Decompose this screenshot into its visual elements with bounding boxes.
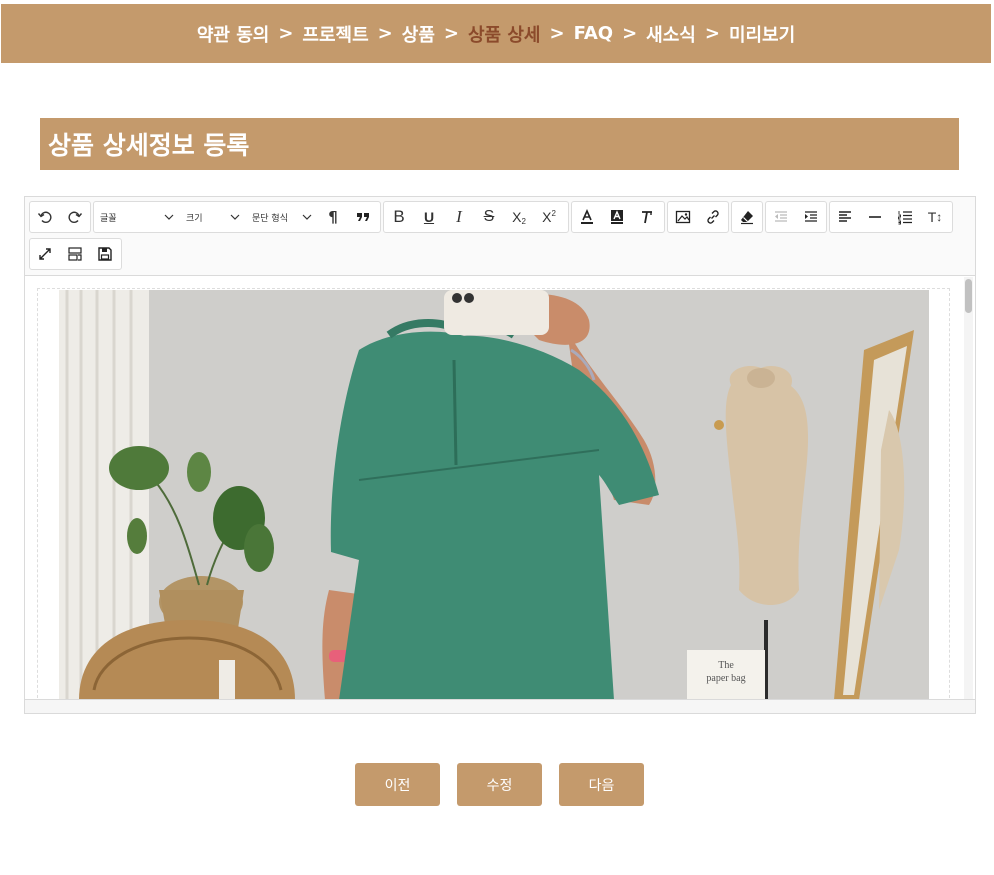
next-button[interactable]: 다음: [559, 763, 644, 806]
redo-icon[interactable]: [60, 202, 90, 232]
indent-icon[interactable]: [796, 202, 826, 232]
step-terms: 약관 동의: [196, 24, 270, 46]
step-project: 프로젝트: [302, 24, 369, 46]
text-style-group: B U I S X2 X2: [383, 201, 569, 233]
font-select[interactable]: 글꼴: [94, 202, 180, 232]
editor-scrollbar[interactable]: [964, 277, 973, 700]
format-select[interactable]: 문단 형식: [246, 202, 318, 232]
format-group: 글꼴 크기 문단 형식 ¶: [93, 201, 381, 233]
step-separator: >: [622, 23, 638, 44]
blockquote-icon[interactable]: [348, 202, 378, 232]
chevron-down-icon: [302, 214, 312, 220]
scrollbar-thumb[interactable]: [965, 279, 972, 313]
editor-toolbar: 글꼴 크기 문단 형식 ¶ B U I S X2 X2 T ↕: [25, 197, 975, 276]
step-preview: 미리보기: [728, 24, 796, 46]
editor-content-area[interactable]: The paper bag: [25, 276, 975, 700]
superscript-icon[interactable]: X2: [534, 202, 564, 232]
edit-button[interactable]: 수정: [457, 763, 542, 806]
italic-icon[interactable]: I: [444, 202, 474, 232]
step-separator: >: [377, 23, 393, 44]
media-group: [667, 201, 729, 233]
line-height-icon[interactable]: T ↕: [920, 202, 950, 232]
editor-resize-bar[interactable]: [25, 699, 975, 713]
step-news: 새소식: [646, 24, 696, 46]
align-icon[interactable]: [830, 202, 860, 232]
subscript-icon[interactable]: X2: [504, 202, 534, 232]
show-blocks-icon[interactable]: [60, 239, 90, 269]
fullscreen-icon[interactable]: [30, 239, 60, 269]
format-select-label: 문단 형식: [252, 213, 288, 224]
strikethrough-icon[interactable]: S: [474, 202, 504, 232]
step-separator: >: [549, 23, 565, 44]
step-separator: >: [704, 23, 720, 44]
section-title: 상품 상세정보 등록: [40, 118, 959, 170]
chevron-down-icon: [164, 214, 174, 220]
layout-group: T ↕: [829, 201, 953, 233]
step-product-detail: 상품 상세: [467, 24, 541, 46]
step-navigation: 약관 동의 > 프로젝트 > 상품 > 상품 상세 > FAQ > 새소식 > …: [1, 4, 991, 63]
size-select[interactable]: 크기: [180, 202, 246, 232]
underline-icon[interactable]: U: [414, 202, 444, 232]
history-group: [29, 201, 91, 233]
step-faq: FAQ: [573, 23, 614, 44]
horizontal-rule-icon[interactable]: [860, 202, 890, 232]
book-title-line1: The: [718, 660, 734, 671]
remove-format-icon[interactable]: [732, 202, 762, 232]
save-icon[interactable]: [90, 239, 120, 269]
font-select-label: 글꼴: [100, 213, 117, 224]
list-icon[interactable]: [890, 202, 920, 232]
book-title-line2: paper bag: [706, 673, 745, 684]
remove-format-group: [731, 201, 763, 233]
step-separator: >: [278, 23, 294, 44]
size-select-label: 크기: [186, 213, 203, 224]
link-icon[interactable]: [698, 202, 728, 232]
highlight-color-icon[interactable]: [602, 202, 632, 232]
chevron-down-icon: [230, 214, 240, 220]
rich-text-editor: 글꼴 크기 문단 형식 ¶ B U I S X2 X2 T ↕ The pape…: [24, 196, 976, 714]
text-style-icon[interactable]: [632, 202, 662, 232]
view-group: [29, 238, 122, 270]
bold-icon[interactable]: B: [384, 202, 414, 232]
outdent-icon[interactable]: [766, 202, 796, 232]
product-photo[interactable]: The paper bag: [59, 290, 929, 700]
font-color-icon[interactable]: [572, 202, 602, 232]
paragraph-icon[interactable]: ¶: [318, 202, 348, 232]
undo-icon[interactable]: [30, 202, 60, 232]
step-product: 상품: [401, 24, 435, 46]
image-icon[interactable]: [668, 202, 698, 232]
step-separator: >: [443, 23, 459, 44]
indent-group: [765, 201, 827, 233]
prev-button[interactable]: 이전: [355, 763, 440, 806]
color-group: [571, 201, 665, 233]
